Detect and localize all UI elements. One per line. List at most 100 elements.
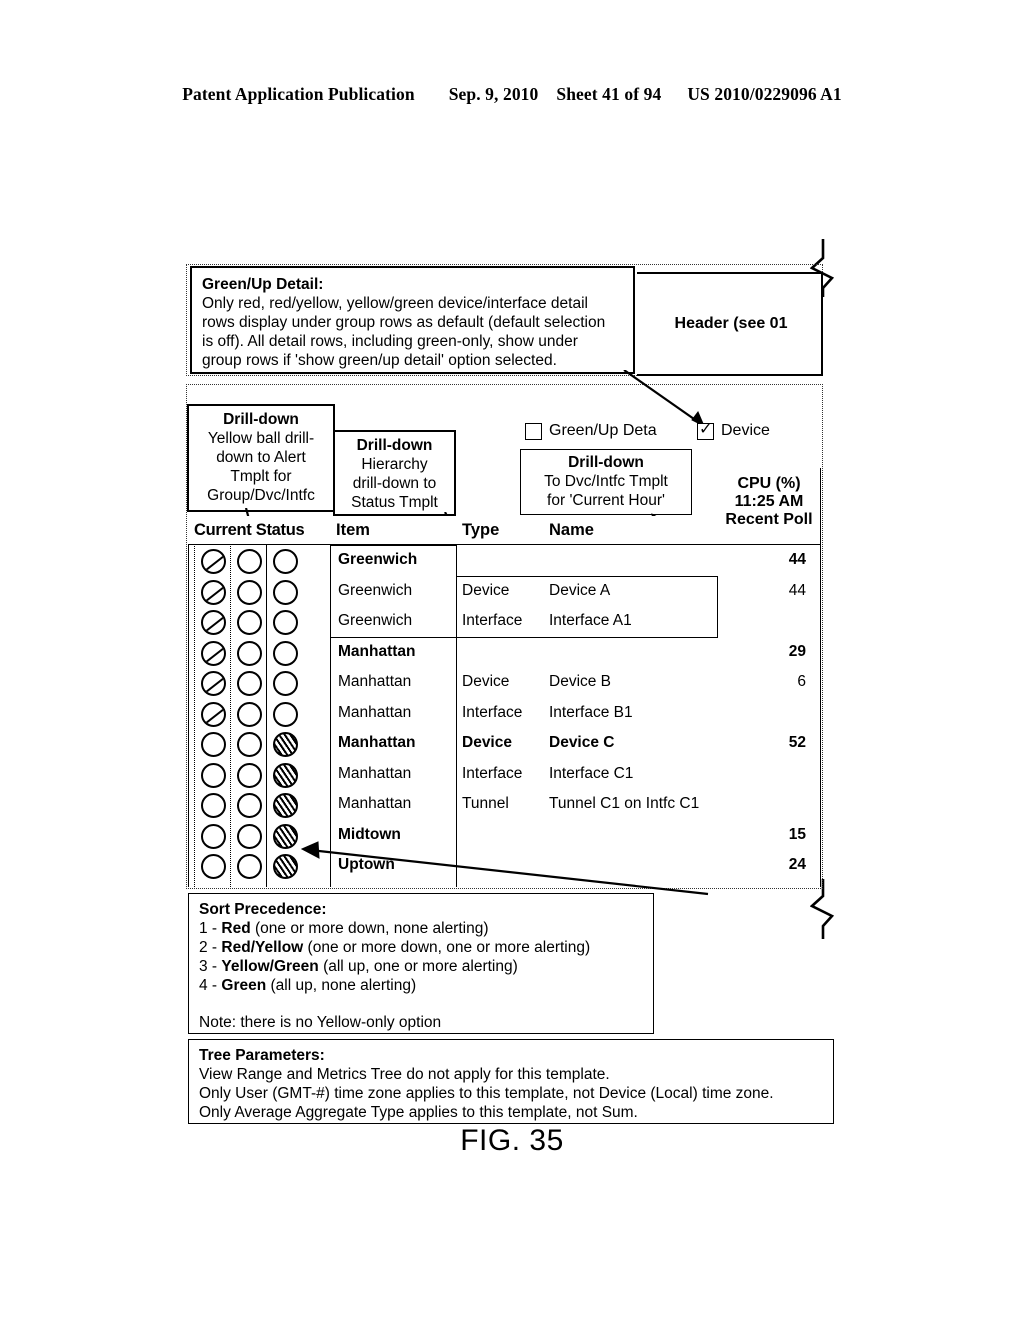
- cell-item: Manhattan: [338, 703, 412, 721]
- drilldown-yellow-line1: Yellow ball drill-: [207, 430, 315, 447]
- table-row[interactable]: Manhattan Interface Interface B1: [188, 698, 821, 729]
- status-ball-icon[interactable]: [201, 793, 226, 818]
- sort-precedence-key: Yellow/Green: [221, 958, 319, 975]
- sort-precedence-callout: Sort Precedence: 1 - Red (one or more do…: [188, 893, 654, 1034]
- sort-precedence-number: 4 -: [199, 977, 222, 994]
- table-row[interactable]: Manhattan Tunnel Tunnel C1 on Intfc C1: [188, 789, 821, 820]
- table-row[interactable]: Manhattan Device Device B 6: [188, 667, 821, 698]
- status-ball-icon[interactable]: [273, 854, 298, 879]
- table-row[interactable]: Greenwich Interface Interface A1: [188, 606, 821, 637]
- ball-slash-icon: [203, 704, 224, 725]
- cell-type: Tunnel: [462, 795, 509, 812]
- status-ball-icon[interactable]: [201, 762, 226, 788]
- cell-item: Greenwich: [338, 581, 413, 599]
- cell-item: Manhattan: [338, 764, 412, 782]
- cell-type: Device: [462, 581, 510, 599]
- status-ball-icon[interactable]: [273, 610, 298, 635]
- header-panel-label: Header (see 01: [674, 315, 788, 332]
- device-checkbox[interactable]: ✓: [697, 419, 714, 440]
- status-ball-icon[interactable]: [201, 579, 226, 605]
- header-current-status: Current Status: [194, 521, 305, 539]
- status-ball-icon[interactable]: [237, 732, 262, 757]
- green-up-detail-line3: is off). All detail rows, including gree…: [202, 333, 578, 350]
- status-ball-icon[interactable]: [237, 854, 262, 879]
- status-ball-icon[interactable]: [237, 762, 262, 788]
- status-ball-icon[interactable]: [273, 640, 298, 666]
- status-ball-icon[interactable]: [273, 793, 298, 818]
- status-ball-icon[interactable]: [273, 732, 298, 757]
- device-checkbox-row[interactable]: ✓ Device: [697, 421, 807, 443]
- cell-metric-value: 44: [788, 551, 806, 568]
- cell-name: Interface C1: [549, 764, 634, 782]
- ball-slash-icon: [203, 674, 224, 694]
- status-ball-icon[interactable]: [237, 579, 262, 605]
- table-row[interactable]: Greenwich 44: [188, 545, 821, 576]
- status-ball-icon[interactable]: [237, 549, 262, 574]
- status-ball-icon[interactable]: [201, 701, 226, 727]
- status-ball-icon[interactable]: [273, 671, 298, 696]
- leader-line-sort-precedence: [300, 841, 709, 896]
- sort-precedence-key: Red/Yellow: [221, 939, 304, 956]
- sort-precedence-desc: (all up, none alerting): [266, 977, 417, 994]
- green-up-detail-callout: Green/Up Detail: Only red, red/yellow, y…: [190, 266, 635, 374]
- status-ball-icon[interactable]: [201, 671, 226, 696]
- status-ball-icon[interactable]: [201, 549, 226, 574]
- green-up-checkbox-label: Green/Up Deta: [549, 422, 657, 439]
- status-ball-icon[interactable]: [201, 640, 226, 666]
- figure-35: Header (see 01 Green/Up Detail: Only red…: [0, 0, 1024, 1320]
- green-up-checkbox-row[interactable]: Green/Up Deta: [525, 421, 670, 443]
- green-up-checkbox[interactable]: [525, 423, 542, 440]
- cell-metric-value: 29: [788, 642, 806, 660]
- table-row[interactable]: Manhattan 29: [188, 637, 821, 668]
- status-ball-icon[interactable]: [201, 610, 226, 635]
- sort-precedence-number: 3 -: [199, 958, 222, 975]
- drilldown-yellow-line3: Tmplt for: [230, 468, 292, 485]
- status-ball-icon[interactable]: [273, 579, 298, 605]
- status-ball-icon[interactable]: [273, 823, 298, 849]
- status-ball-icon[interactable]: [237, 640, 262, 666]
- figure-caption: FIG. 35: [460, 1124, 564, 1157]
- cell-metric-value: 15: [788, 825, 806, 843]
- green-up-detail-title: Green/Up Detail:: [202, 276, 324, 293]
- cell-item: Greenwich: [338, 551, 418, 568]
- cell-name: Device B: [549, 673, 612, 690]
- cell-metric-value: 6: [797, 673, 806, 690]
- cell-item: Manhattan: [338, 673, 412, 690]
- header-metric-line2: 11:25 AM: [734, 493, 804, 510]
- status-ball-icon[interactable]: [237, 701, 262, 727]
- tree-parameters-callout: Tree Parameters: View Range and Metrics …: [188, 1039, 834, 1124]
- ball-slash-icon: [203, 613, 224, 633]
- status-ball-icon[interactable]: [273, 549, 298, 574]
- ball-slash-icon: [203, 582, 224, 603]
- status-ball-icon[interactable]: [273, 701, 298, 727]
- header-type: Type: [462, 521, 500, 539]
- cell-name: Tunnel C1 on Intfc C1: [549, 795, 700, 812]
- status-ball-icon[interactable]: [201, 854, 226, 879]
- drilldown-dvcintfc-callout: Drill-down To Dvc/Intfc Tmplt for 'Curre…: [520, 449, 692, 515]
- cell-item: Manhattan: [338, 795, 412, 812]
- cell-item: Greenwich: [338, 612, 413, 629]
- status-ball-icon[interactable]: [237, 671, 262, 696]
- cell-type: Interface: [462, 703, 523, 721]
- ball-slash-icon: [203, 552, 224, 572]
- tree-parameters-line2: Only User (GMT-#) time zone applies to t…: [199, 1085, 774, 1102]
- drilldown-hierarchy-callout: Drill-down Hierarchy drill-down to Statu…: [333, 430, 456, 516]
- sort-precedence-desc: (one or more down, none alerting): [250, 920, 489, 937]
- sort-precedence-key: Red: [221, 920, 251, 937]
- drilldown-hierarchy-line1: Hierarchy: [361, 456, 428, 473]
- drilldown-yellow-line2: down to Alert: [216, 449, 306, 466]
- cell-metric-value: 52: [788, 734, 806, 751]
- table-row[interactable]: Manhattan Interface Interface C1: [188, 759, 821, 790]
- header-name: Name: [549, 521, 594, 539]
- table-row[interactable]: Greenwich Device Device A 44: [188, 576, 821, 607]
- cell-name: Interface A1: [549, 612, 632, 629]
- check-icon: ✓: [699, 419, 713, 438]
- table-row[interactable]: Manhattan Device Device C 52: [188, 728, 821, 759]
- status-ball-icon[interactable]: [201, 732, 226, 757]
- status-ball-icon[interactable]: [201, 823, 226, 849]
- status-ball-icon[interactable]: [237, 610, 262, 635]
- status-ball-icon[interactable]: [237, 823, 262, 849]
- status-ball-icon[interactable]: [237, 793, 262, 818]
- sort-precedence-note: Note: there is no Yellow-only option: [199, 1014, 442, 1031]
- status-ball-icon[interactable]: [273, 762, 298, 788]
